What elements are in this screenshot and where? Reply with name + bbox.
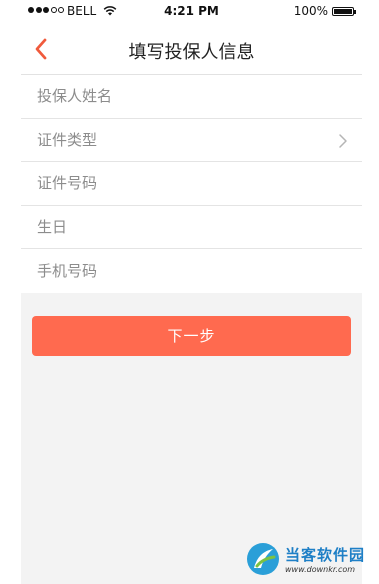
downkr-logo-icon [247, 543, 279, 575]
navigation-bar: 填写投保人信息 [21, 22, 362, 75]
battery-percent: 100% [293, 4, 328, 18]
page-title: 填写投保人信息 [128, 42, 255, 63]
watermark-url: www.downkr.com [285, 565, 356, 574]
id-type-label: 证件类型 [37, 131, 98, 150]
id-number-row [21, 162, 362, 206]
id-number-input[interactable] [37, 174, 317, 193]
birthday-row [21, 206, 362, 249]
battery-icon [332, 7, 356, 16]
id-type-row[interactable]: 证件类型 [21, 119, 362, 162]
watermark-title: 当客软件园 [285, 546, 366, 564]
next-step-button[interactable]: 下一步 [32, 316, 351, 356]
birthday-input[interactable] [37, 217, 317, 236]
applicant-name-row [21, 75, 362, 119]
status-bar: BELL 4:21 PM 100% [21, 0, 362, 22]
applicant-name-input[interactable] [37, 87, 317, 106]
phone-number-row [21, 249, 362, 293]
chevron-right-icon [339, 133, 347, 148]
watermark: 当客软件园 www.downkr.com [245, 538, 379, 580]
phone-screen: BELL 4:21 PM 100% 填写投保人信息 证件类型 [21, 0, 362, 584]
phone-number-input[interactable] [37, 261, 317, 280]
applicant-form: 证件类型 [21, 75, 362, 293]
